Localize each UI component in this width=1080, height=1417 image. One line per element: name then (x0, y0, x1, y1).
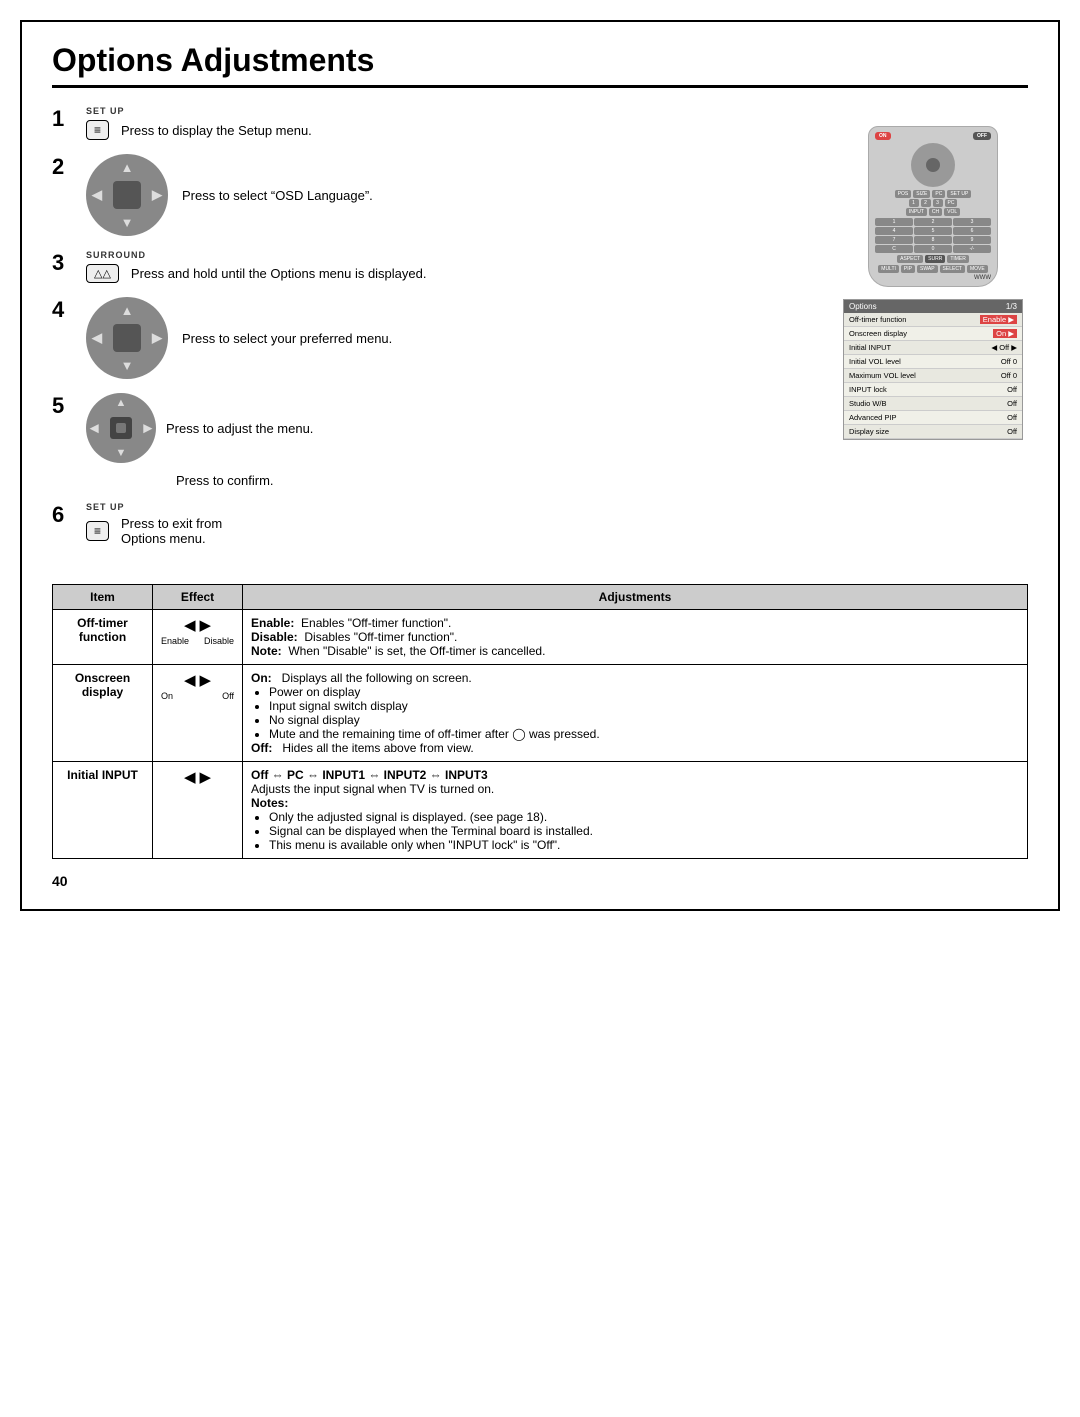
remote-vol-btn: VOL (944, 208, 960, 216)
step-2-text: Press to select “OSD Language”. (182, 188, 373, 203)
options-screen: Options 1/3 Off-timer function Enable ▶ … (843, 299, 1023, 440)
remote-2-btn: 2 (921, 199, 931, 207)
table-header-adjustments: Adjustments (243, 585, 1028, 610)
adjustments-table: Item Effect Adjustments Off-timerfunctio… (52, 584, 1028, 859)
step-1-text: Press to display the Setup menu. (121, 123, 312, 138)
remote-num-4: 4 (875, 227, 913, 235)
remote-3-btn: 3 (933, 199, 943, 207)
remote-swap-btn: SWAP (917, 265, 938, 273)
remote-pc2-btn: PC (945, 199, 958, 207)
remote-num-8: 8 (914, 236, 952, 244)
remote-1-btn: 1 (909, 199, 919, 207)
step-5-number: 5 (52, 393, 76, 419)
adj-initial-input: Off ⇔ PC ⇔ INPUT1 ⇔ INPUT2 ⇔ INPUT3 Adju… (243, 762, 1028, 859)
step-5-adjust-text: Press to adjust the menu. (166, 421, 313, 436)
left-arrow-icon: ◀ (184, 671, 196, 689)
step-6-label: SET UP (86, 502, 222, 512)
remote-pos-btn: POS (895, 190, 912, 198)
effect-onscreen: ◀ ▶ On Off (153, 665, 243, 762)
remote-num-7: 7 (875, 236, 913, 244)
remote-on-button: ON (875, 132, 891, 140)
remote-0-btn: 0 (914, 245, 952, 253)
options-row: Onscreen display On ▶ (844, 327, 1022, 341)
options-row: Display size Off (844, 425, 1022, 439)
remote-size-btn: SIZE (913, 190, 930, 198)
options-row: Maximum VOL level Off 0 (844, 369, 1022, 383)
dpad-2[interactable]: ▲ ▼ ◀ ▶ (86, 154, 168, 236)
options-row: Initial VOL level Off 0 (844, 355, 1022, 369)
remote-input-btn: INPUT (906, 208, 927, 216)
remote-select-btn: SELECT (940, 265, 965, 273)
step-1-label: SET UP (86, 106, 312, 116)
setup-button-1[interactable]: ≡ (86, 120, 109, 140)
options-page: 1/3 (1006, 302, 1017, 311)
left-arrow-icon: ◀ (184, 616, 196, 634)
step-3-number: 3 (52, 250, 76, 276)
item-onscreen: Onscreendisplay (53, 665, 153, 762)
remote-num-5: 5 (914, 227, 952, 235)
remote-num-1: 1 (875, 218, 913, 226)
page-title: Options Adjustments (52, 42, 1028, 88)
step-3-text: Press and hold until the Options menu is… (131, 266, 427, 281)
page-number: 40 (52, 873, 1028, 889)
table-row: Onscreendisplay ◀ ▶ On Off On: Displays … (53, 665, 1028, 762)
remote-off-button: OFF (973, 132, 991, 140)
step-2-number: 2 (52, 154, 76, 180)
adj-off-timer: Enable: Enables "Off-timer function". Di… (243, 610, 1028, 665)
remote-num-2: 2 (914, 218, 952, 226)
table-row: Initial INPUT ◀ ▶ Off ⇔ PC ⇔ INPUT1 ⇔ IN… (53, 762, 1028, 859)
remote-ch-btn: CH (929, 208, 942, 216)
item-initial-input: Initial INPUT (53, 762, 153, 859)
step-4-text: Press to select your preferred menu. (182, 331, 392, 346)
remote-c-btn: C (875, 245, 913, 253)
right-arrow-icon: ▶ (200, 671, 212, 689)
table-header-item: Item (53, 585, 153, 610)
remote-num-3: 3 (953, 218, 991, 226)
remote-pip-btn: PIP (901, 265, 915, 273)
step-6-number: 6 (52, 502, 76, 528)
step-3-label: SURROUND (86, 250, 426, 260)
remote-setup-btn: SET UP (947, 190, 971, 198)
remote-timer-btn: TIMER (947, 255, 969, 263)
remote-pc-btn: PC (932, 190, 945, 198)
right-arrow-icon: ▶ (200, 616, 212, 634)
step-5-confirm-text: Press to confirm. (176, 473, 274, 488)
table-row: Off-timerfunction ◀ ▶ Enable Disable Ena… (53, 610, 1028, 665)
options-row: Advanced PIP Off (844, 411, 1022, 425)
left-arrow-icon: ◀ (184, 768, 196, 786)
adj-onscreen: On: Displays all the following on screen… (243, 665, 1028, 762)
step-6-text: Press to exit fromOptions menu. (121, 516, 222, 546)
remote-surround-btn: SURR (925, 255, 945, 263)
item-off-timer: Off-timerfunction (53, 610, 153, 665)
table-header-effect: Effect (153, 585, 243, 610)
remote-move-btn: MOVE (967, 265, 988, 273)
surround-button[interactable]: △△ (86, 264, 119, 283)
remote-dash-btn: -/- (953, 245, 991, 253)
step-4-number: 4 (52, 297, 76, 323)
remote-multi-btn: MULTI (878, 265, 899, 273)
options-row: Off-timer function Enable ▶ (844, 313, 1022, 327)
dpad-4[interactable]: ▲ ▼ ◀ ▶ (86, 297, 168, 379)
dpad-5[interactable]: ▲ ▼ ◀ ▶ (86, 393, 156, 463)
remote-control: ON OFF POS SIZE PC SET UP 1 2 3 PC (868, 126, 998, 287)
effect-initial-input: ◀ ▶ (153, 762, 243, 859)
options-row: Initial INPUT ◀ Off ▶ (844, 341, 1022, 355)
remote-nav-pad (911, 143, 955, 187)
right-arrow-icon: ▶ (200, 768, 212, 786)
options-row: Studio W/B Off (844, 397, 1022, 411)
remote-num-6: 6 (953, 227, 991, 235)
effect-off-timer: ◀ ▶ Enable Disable (153, 610, 243, 665)
options-title: Options (849, 302, 877, 311)
setup-button-6[interactable]: ≡ (86, 521, 109, 541)
step-1-number: 1 (52, 106, 76, 132)
remote-num-9: 9 (953, 236, 991, 244)
remote-aspect-btn: ASPECT (897, 255, 923, 263)
options-row: INPUT lock Off (844, 383, 1022, 397)
